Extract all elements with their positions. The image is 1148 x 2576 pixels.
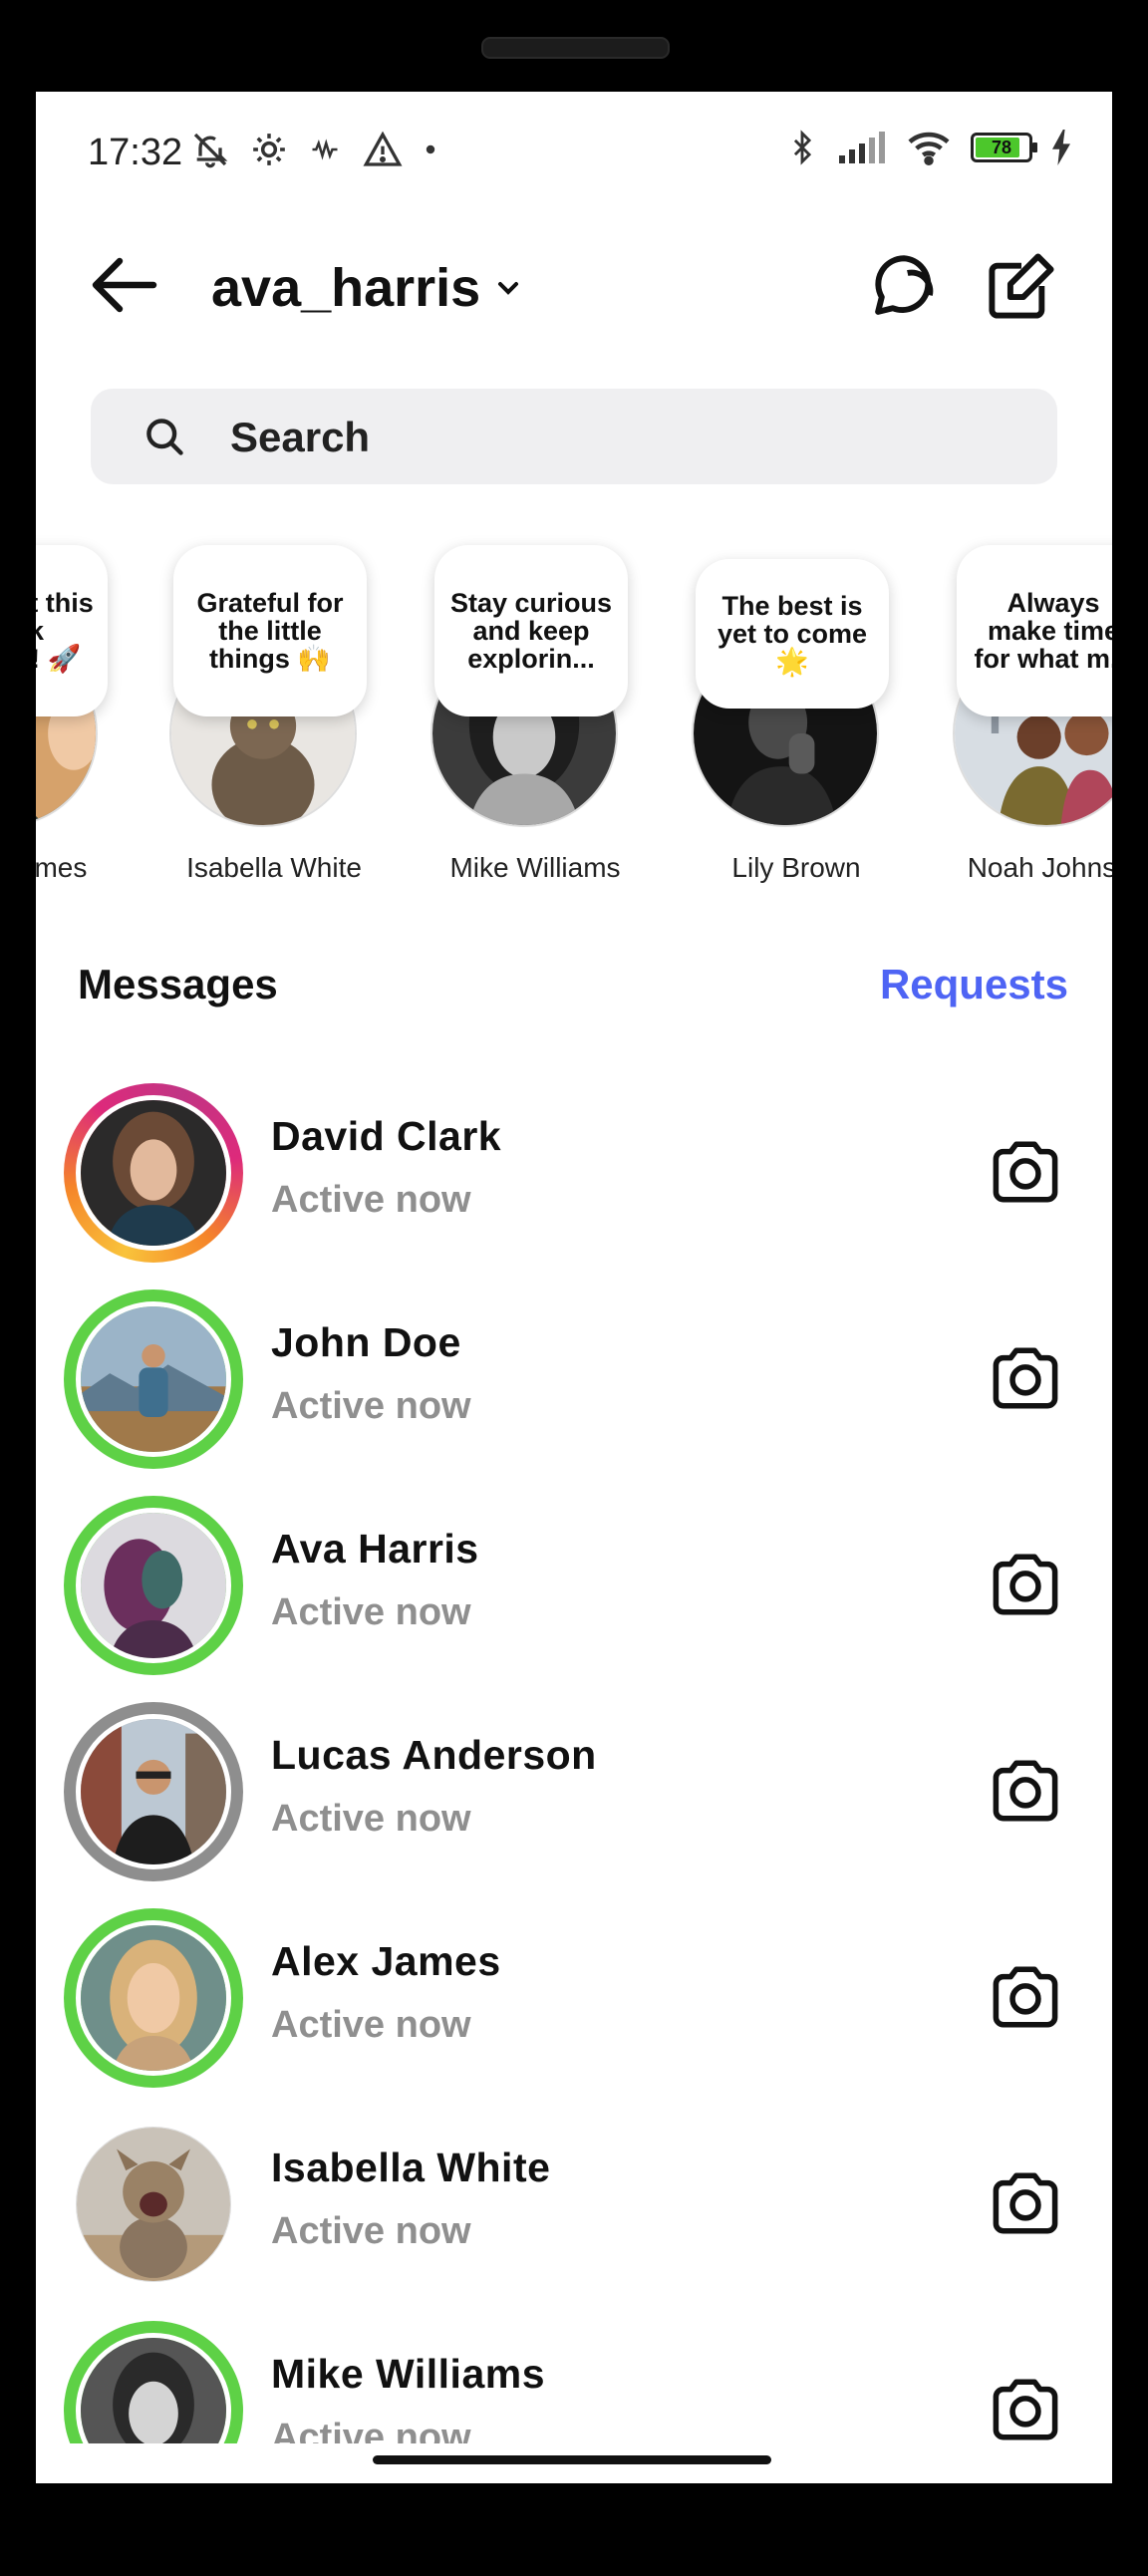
active-status: Active now [271, 1385, 471, 1427]
home-indicator[interactable] [373, 2455, 771, 2464]
bell-off-icon [193, 133, 228, 168]
status-system-icons: 78 [785, 128, 1072, 167]
contact-name: Alex James [271, 1938, 501, 1984]
search-bar[interactable] [91, 389, 1057, 486]
search-input[interactable] [228, 389, 1009, 486]
note-item[interactable]: Stay curious and keep explorin... Mike W… [385, 545, 646, 904]
note-bubble: Let's get this week started! 🚀 [36, 545, 108, 716]
note-item[interactable]: The best is yet to come 🌟 Lily Brown [646, 545, 907, 904]
note-item[interactable]: Always make time for what m... Noah John… [907, 545, 1112, 904]
compose-edit-icon[interactable] [985, 249, 1058, 323]
avatar [76, 1920, 231, 2076]
wifi-icon [908, 132, 950, 166]
avatar [76, 1301, 231, 1457]
active-status: Active now [271, 2210, 471, 2252]
notes-tray[interactable]: Let's get this week started! 🚀 Alex Jame… [36, 545, 1112, 904]
warning-icon [363, 131, 403, 166]
note-bubble: Grateful for the little things 🙌 [173, 545, 367, 716]
status-time: 17:32 [88, 132, 183, 173]
conversation-row[interactable]: John Doe Active now [36, 1289, 1112, 1495]
note-item[interactable]: Let's get this week started! 🚀 Alex Jame… [36, 545, 126, 904]
camera-icon[interactable] [989, 2166, 1062, 2240]
avatar [76, 1508, 231, 1663]
camera-icon[interactable] [989, 1135, 1062, 1209]
status-notification-icons [190, 130, 437, 169]
contact-name: Mike Williams [271, 2351, 546, 2397]
account-switcher[interactable]: ava_harris [211, 257, 524, 319]
phone-frame: 17:32 78 ava_harris Search this k 🚀 mes … [0, 0, 1148, 2576]
camera-icon[interactable] [989, 1548, 1062, 1621]
avatar [76, 1714, 231, 1869]
camera-icon[interactable] [989, 1960, 1062, 2034]
note-username: Noah Johnson [967, 852, 1112, 883]
bluetooth-icon [793, 130, 812, 165]
contact-name: Isabella White [271, 2145, 551, 2190]
conversation-row[interactable]: Ava Harris Active now [36, 1496, 1112, 1701]
contact-name: John Doe [271, 1319, 461, 1365]
conversation-row[interactable]: Alex James Active now [36, 1908, 1112, 2114]
charging-bolt-icon [1052, 130, 1070, 165]
note-bubble: Stay curious and keep explorin... [434, 545, 628, 716]
battery-indicator: 78 [971, 133, 1037, 162]
requests-link[interactable]: Requests [880, 961, 1068, 1008]
avatar [76, 1095, 231, 1251]
conversation-row[interactable]: David Clark Active now [36, 1083, 1112, 1288]
conversation-row[interactable]: Isabella White Active now [36, 2115, 1112, 2320]
note-bubble: The best is yet to come 🌟 [696, 559, 889, 709]
vibrate-icon [312, 139, 338, 160]
avatar [76, 2127, 231, 2282]
active-status: Active now [271, 1591, 471, 1633]
status-bar: 17:32 78 [36, 92, 1112, 211]
top-app-bar: ava_harris [36, 231, 1112, 341]
camera-icon[interactable] [989, 1754, 1062, 1828]
active-status: Active now [271, 2004, 471, 2046]
conversation-row[interactable]: Lucas Anderson Active now [36, 1702, 1112, 1907]
contact-name: Lucas Anderson [271, 1732, 597, 1778]
camera-icon[interactable] [989, 2373, 1062, 2446]
active-status: Active now [271, 1179, 471, 1221]
chevron-down-icon [498, 282, 519, 295]
settings-gear-icon [253, 134, 285, 165]
active-status: Active now [271, 1798, 471, 1840]
back-arrow-icon[interactable] [88, 253, 159, 317]
note-item[interactable]: Grateful for the little things 🙌 Isabell… [124, 545, 385, 904]
signal-icon [839, 132, 885, 163]
messages-heading: Messages [78, 961, 278, 1007]
contact-name: David Clark [271, 1113, 502, 1159]
video-chat-icon[interactable] [867, 249, 941, 323]
note-username: Mike Williams [449, 852, 621, 883]
dot-icon [426, 144, 435, 154]
search-icon [146, 419, 183, 455]
account-username: ava_harris [211, 258, 481, 318]
note-username: Isabella White [186, 852, 362, 883]
contact-name: Ava Harris [271, 1526, 479, 1572]
earpiece-speaker [481, 37, 670, 59]
screen: 17:32 78 ava_harris Search this k 🚀 mes … [36, 92, 1112, 2483]
note-bubble: Always make time for what m... [957, 545, 1112, 716]
battery-percent: 78 [991, 138, 1012, 157]
camera-icon[interactable] [989, 1341, 1062, 1415]
note-username: Lily Brown [731, 852, 861, 883]
